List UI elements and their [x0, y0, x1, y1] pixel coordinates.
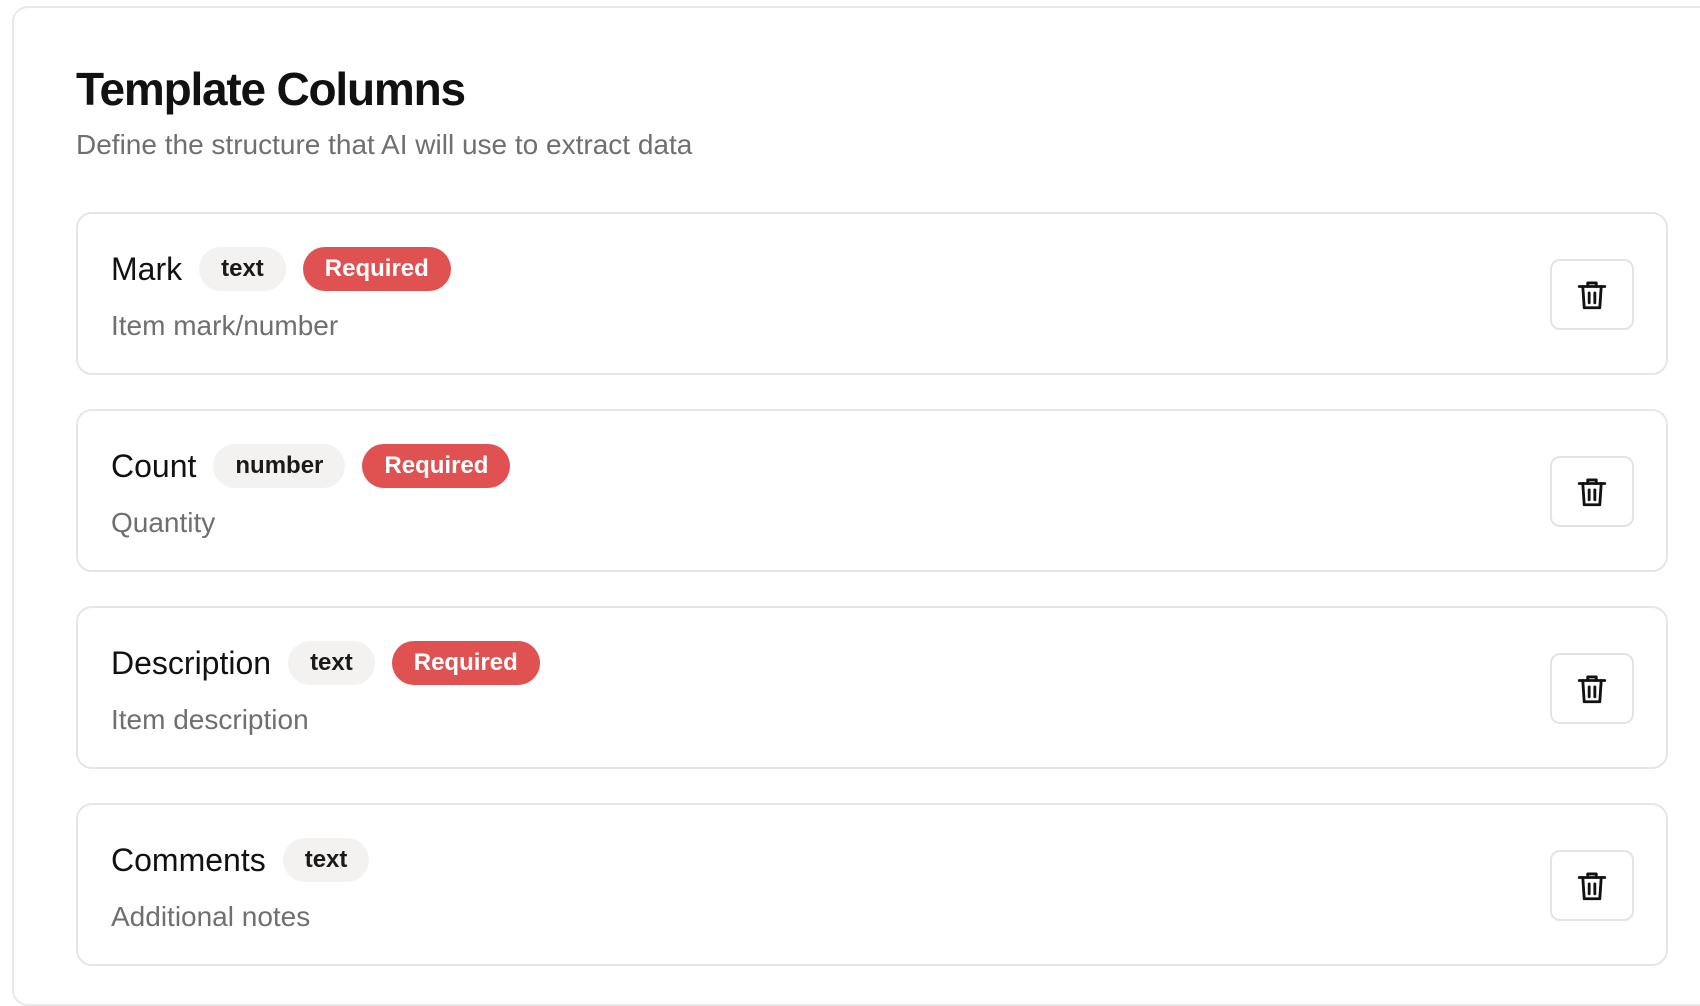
column-header: Count number Required [111, 444, 511, 488]
section-title: Template Columns [76, 63, 466, 115]
delete-column-button[interactable] [1550, 653, 1634, 724]
column-description: Item mark/number [111, 310, 339, 341]
required-badge: Required [302, 247, 451, 291]
type-badge: number [213, 444, 346, 488]
trash-icon [1577, 675, 1607, 703]
trash-icon [1577, 281, 1607, 309]
trash-icon [1577, 872, 1607, 900]
section-subtitle: Define the structure that AI will use to… [76, 129, 693, 160]
template-columns-panel: Template Columns Define the structure th… [12, 6, 1700, 1006]
column-name: Comments [111, 842, 266, 878]
delete-column-button[interactable] [1550, 456, 1634, 527]
delete-column-button[interactable] [1550, 850, 1634, 921]
column-header: Comments text [111, 838, 370, 882]
type-badge: text [288, 641, 375, 685]
trash-icon [1577, 478, 1607, 506]
column-list: Mark text Required Item mark/number Coun… [76, 212, 1668, 966]
column-description: Item description [111, 704, 309, 735]
column-card-description: Description text Required Item descripti… [76, 606, 1668, 769]
column-header: Mark text Required [111, 247, 451, 291]
column-card-count: Count number Required Quantity [76, 409, 1668, 572]
column-card-comments: Comments text Additional notes [76, 803, 1668, 966]
column-name: Description [111, 645, 272, 681]
delete-column-button[interactable] [1550, 259, 1634, 330]
required-badge: Required [391, 641, 540, 685]
column-header: Description text Required [111, 641, 540, 685]
type-badge: text [199, 247, 286, 291]
column-description: Quantity [111, 507, 216, 538]
column-card-mark: Mark text Required Item mark/number [76, 212, 1668, 375]
column-name: Mark [111, 251, 183, 287]
column-description: Additional notes [111, 901, 311, 932]
column-name: Count [111, 448, 197, 484]
type-badge: text [282, 838, 370, 882]
required-badge: Required [362, 444, 511, 488]
